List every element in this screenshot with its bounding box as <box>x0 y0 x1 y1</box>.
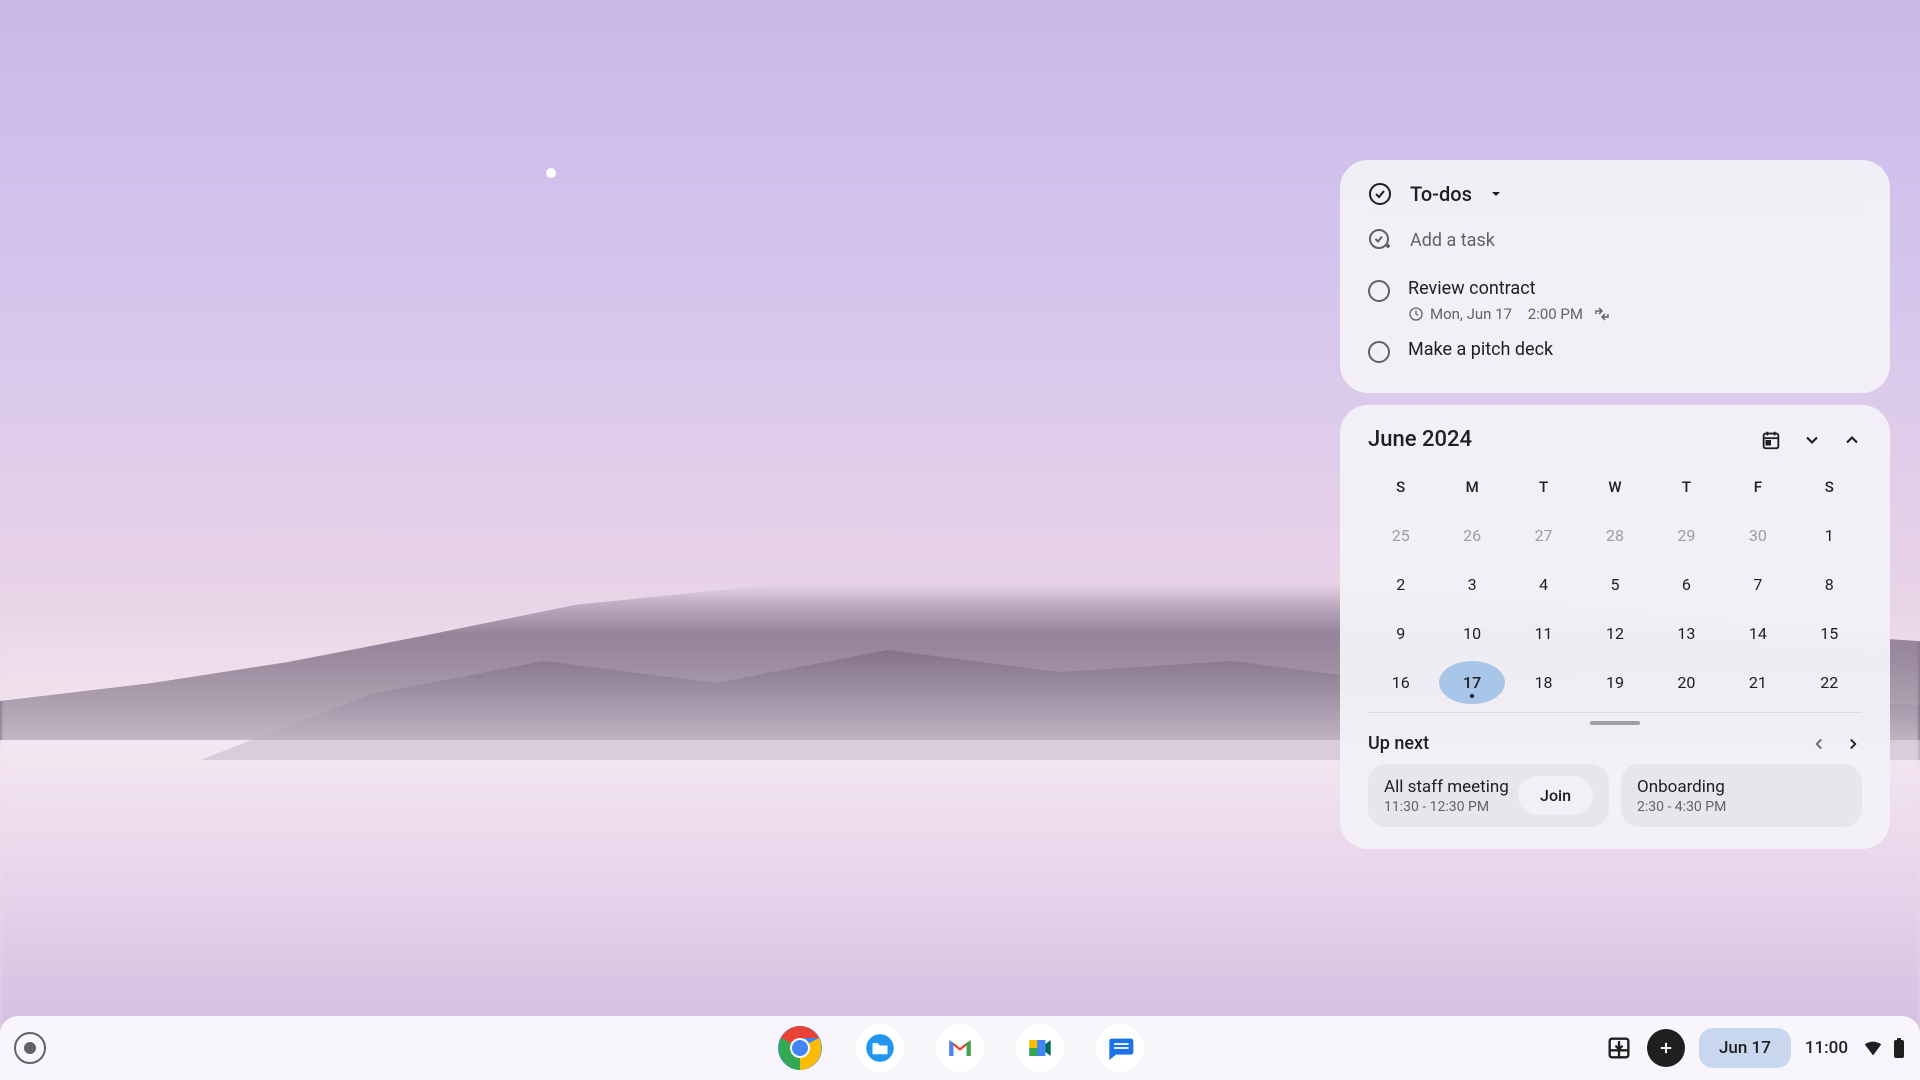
notification-badge[interactable] <box>1647 1029 1685 1067</box>
event-dot <box>1470 694 1474 698</box>
wifi-icon[interactable] <box>1862 1037 1884 1059</box>
calendar-day[interactable]: 15 <box>1797 612 1862 655</box>
calendar-day[interactable]: 26 <box>1439 514 1504 557</box>
upnext-section: Up next All staff meeting 11:30 - 12:30 … <box>1368 712 1862 827</box>
calendar-widget: June 2024 SMTWTFS25262728293012345678910… <box>1340 405 1890 849</box>
upnext-drag-handle[interactable] <box>1590 721 1640 725</box>
tote-icon[interactable] <box>1605 1034 1633 1062</box>
calendar-dayhead: M <box>1439 470 1504 508</box>
join-button[interactable]: Join <box>1518 776 1593 815</box>
calendar-day[interactable]: 9 <box>1368 612 1433 655</box>
calendar-day[interactable]: 14 <box>1725 612 1790 655</box>
task-item[interactable]: Review contract Mon, Jun 17 2:00 PM <box>1368 270 1862 331</box>
calendar-day[interactable]: 22 <box>1797 661 1862 704</box>
calendar-day[interactable]: 8 <box>1797 563 1862 606</box>
calendar-grid: SMTWTFS252627282930123456789101112131415… <box>1368 470 1862 704</box>
calendar-dayhead: W <box>1582 470 1647 508</box>
calendar-dayhead: T <box>1511 470 1576 508</box>
event-time: 2:30 - 4:30 PM <box>1637 799 1726 815</box>
upnext-next-icon[interactable] <box>1844 735 1862 753</box>
calendar-day[interactable]: 25 <box>1368 514 1433 557</box>
task-title: Review contract <box>1408 278 1611 299</box>
upnext-prev-icon[interactable] <box>1810 735 1828 753</box>
calendar-day[interactable]: 2 <box>1368 563 1433 606</box>
calendar-prev-icon[interactable] <box>1802 430 1822 450</box>
repeat-icon <box>1593 305 1611 323</box>
messages-icon[interactable] <box>1096 1024 1144 1072</box>
add-task-label: Add a task <box>1410 230 1495 251</box>
status-area[interactable]: Jun 17 11:00 <box>1605 1028 1906 1068</box>
event-time: 11:30 - 12:30 PM <box>1384 799 1509 815</box>
calendar-month-title: June 2024 <box>1368 427 1472 452</box>
calendar-day[interactable]: 17 <box>1439 661 1504 704</box>
shelf-date[interactable]: Jun 17 <box>1699 1028 1791 1068</box>
task-check-icon <box>1368 182 1392 206</box>
calendar-dayhead: S <box>1368 470 1433 508</box>
event-card[interactable]: Onboarding 2:30 - 4:30 PM <box>1621 764 1862 827</box>
calendar-day[interactable]: 10 <box>1439 612 1504 655</box>
calendar-day[interactable]: 21 <box>1725 661 1790 704</box>
calendar-day[interactable]: 11 <box>1511 612 1576 655</box>
plus-icon <box>1657 1039 1675 1057</box>
calendar-day[interactable]: 19 <box>1582 661 1647 704</box>
todos-widget: To-dos Add a task Review contract Mon, J… <box>1340 160 1890 393</box>
calendar-day[interactable]: 1 <box>1797 514 1862 557</box>
calendar-day[interactable]: 16 <box>1368 661 1433 704</box>
event-card[interactable]: All staff meeting 11:30 - 12:30 PM Join <box>1368 764 1609 827</box>
task-date: Mon, Jun 17 <box>1430 305 1512 323</box>
calendar-dayhead: T <box>1654 470 1719 508</box>
gmail-icon[interactable] <box>936 1024 984 1072</box>
shelf-apps <box>776 1024 1144 1072</box>
calendar-dayhead: F <box>1725 470 1790 508</box>
calendar-day[interactable]: 3 <box>1439 563 1504 606</box>
calendar-day[interactable]: 7 <box>1725 563 1790 606</box>
upnext-title: Up next <box>1368 733 1429 754</box>
add-task-icon <box>1368 228 1392 252</box>
launcher-button[interactable] <box>14 1032 46 1064</box>
battery-icon[interactable] <box>1892 1037 1906 1059</box>
calendar-today-icon[interactable] <box>1760 429 1782 451</box>
calendar-day[interactable]: 18 <box>1511 661 1576 704</box>
calendar-day[interactable]: 12 <box>1582 612 1647 655</box>
calendar-day[interactable]: 28 <box>1582 514 1647 557</box>
calendar-day[interactable]: 27 <box>1511 514 1576 557</box>
clock-icon <box>1408 306 1424 322</box>
todos-title: To-dos <box>1410 182 1472 206</box>
files-icon[interactable] <box>856 1024 904 1072</box>
calendar-day[interactable]: 4 <box>1511 563 1576 606</box>
calendar-day[interactable]: 6 <box>1654 563 1719 606</box>
meet-icon[interactable] <box>1016 1024 1064 1072</box>
calendar-day[interactable]: 29 <box>1654 514 1719 557</box>
shelf: Jun 17 11:00 <box>0 1016 1920 1080</box>
task-checkbox[interactable] <box>1368 341 1390 363</box>
calendar-day[interactable]: 30 <box>1725 514 1790 557</box>
task-time: 2:00 PM <box>1528 305 1583 323</box>
task-item[interactable]: Make a pitch deck <box>1368 331 1862 371</box>
shelf-time[interactable]: 11:00 <box>1805 1038 1848 1058</box>
todos-header[interactable]: To-dos <box>1368 182 1862 206</box>
event-title: All staff meeting <box>1384 777 1509 797</box>
dropdown-caret-icon <box>1490 188 1502 200</box>
calendar-day[interactable]: 13 <box>1654 612 1719 655</box>
chrome-icon[interactable] <box>776 1024 824 1072</box>
task-title: Make a pitch deck <box>1408 339 1553 360</box>
task-checkbox[interactable] <box>1368 280 1390 302</box>
calendar-day[interactable]: 20 <box>1654 661 1719 704</box>
event-title: Onboarding <box>1637 777 1726 797</box>
calendar-day[interactable]: 5 <box>1582 563 1647 606</box>
calendar-dayhead: S <box>1797 470 1862 508</box>
wallpaper-moon <box>546 168 556 178</box>
add-task-button[interactable]: Add a task <box>1368 224 1862 256</box>
calendar-next-icon[interactable] <box>1842 430 1862 450</box>
